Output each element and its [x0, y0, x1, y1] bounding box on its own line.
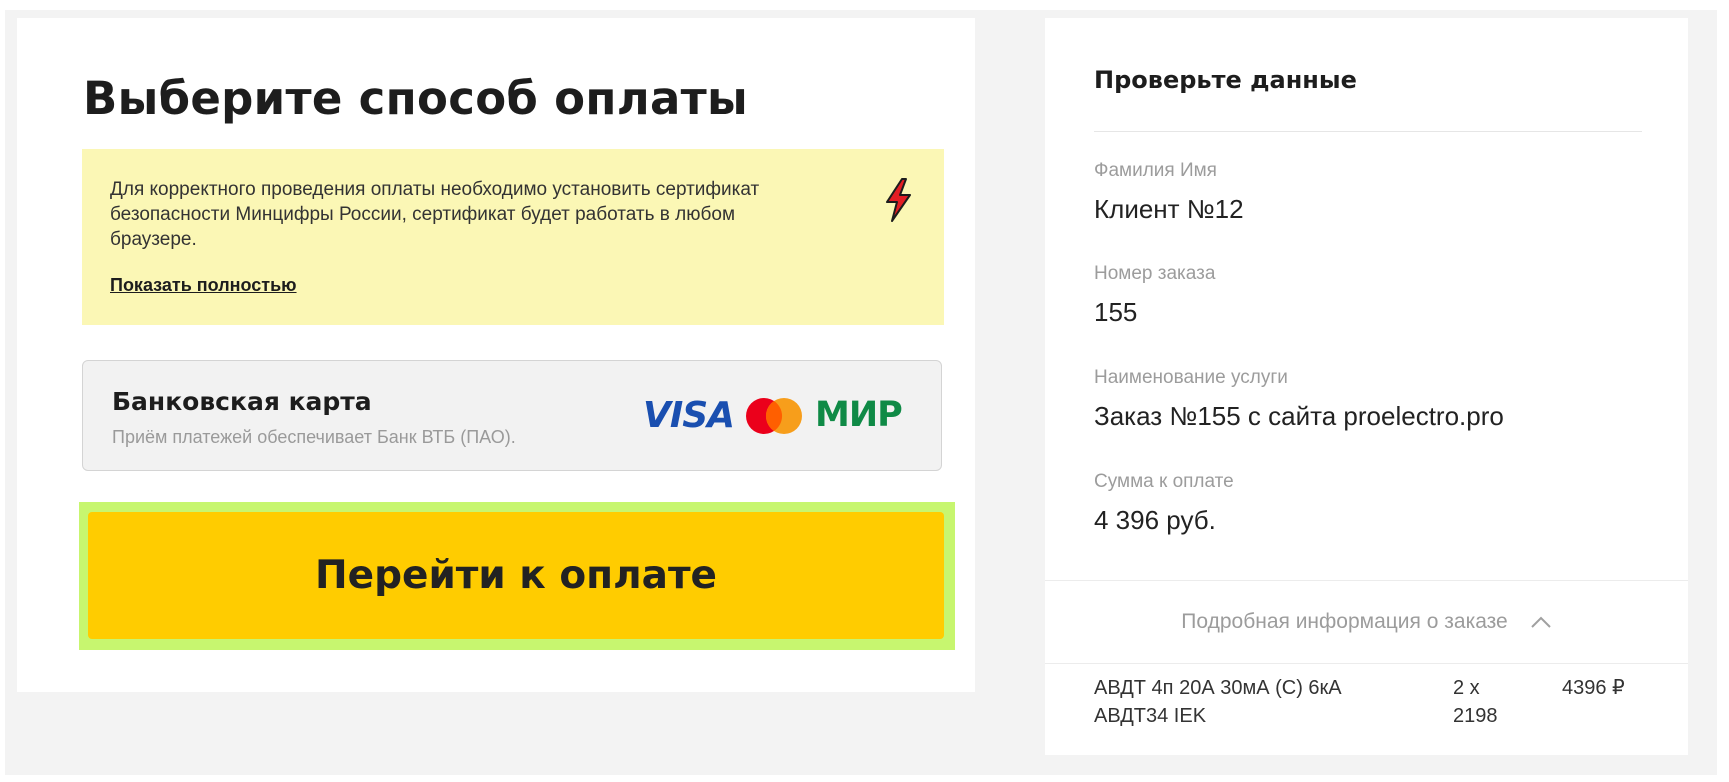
- customer-name-value: Клиент №12: [1094, 194, 1244, 224]
- order-item-quantity: 2 x 2198: [1453, 677, 1498, 727]
- customer-name-label: Фамилия Имя: [1094, 160, 1217, 181]
- service-name-label: Наименование услуги: [1094, 367, 1288, 388]
- order-item-price: 4396 ₽: [1562, 677, 1625, 699]
- go-to-payment-button[interactable]: Перейти к оплате: [88, 512, 944, 639]
- order-number-value: 155: [1094, 297, 1138, 327]
- page-title: Выберите способ оплаты: [83, 72, 749, 125]
- payment-method-card: Выберите способ оплаты Для корректного п…: [17, 18, 975, 692]
- order-details-toggle[interactable]: Подробная информация о заказе: [1045, 580, 1688, 664]
- order-number-label: Номер заказа: [1094, 263, 1216, 284]
- order-details-label: Подробная информация о заказе: [1181, 610, 1508, 633]
- bank-card-title: Банковская карта: [112, 387, 372, 416]
- order-item-name: АВДТ 4п 20А 30мА (С) 6кА АВДТ34 IEK: [1094, 677, 1342, 727]
- notice-text: Для корректного проведения оплаты необхо…: [110, 179, 760, 250]
- mir-logo: МИР: [815, 395, 903, 435]
- service-name-value: Заказ №155 с сайта proelectro.pro: [1094, 401, 1504, 431]
- visa-logo: VISA: [643, 395, 735, 436]
- show-more-link[interactable]: Показать полностью: [110, 275, 297, 296]
- bank-card-option[interactable]: Банковская карта Приём платежей обеспечи…: [82, 360, 942, 471]
- summary-title: Проверьте данные: [1094, 66, 1357, 94]
- mastercard-logo: [746, 398, 802, 434]
- chevron-up-icon: [1531, 616, 1551, 628]
- divider: [1094, 131, 1642, 132]
- order-summary-card: Проверьте данные Фамилия Имя Клиент №12 …: [1045, 18, 1688, 755]
- certificate-notice: Для корректного проведения оплаты необхо…: [82, 149, 944, 325]
- amount-value: 4 396 руб.: [1094, 505, 1216, 535]
- bank-card-subtitle: Приём платежей обеспечивает Банк ВТБ (ПА…: [112, 427, 516, 447]
- amount-label: Сумма к оплате: [1094, 471, 1234, 492]
- lightning-bolt-icon: [886, 178, 911, 222]
